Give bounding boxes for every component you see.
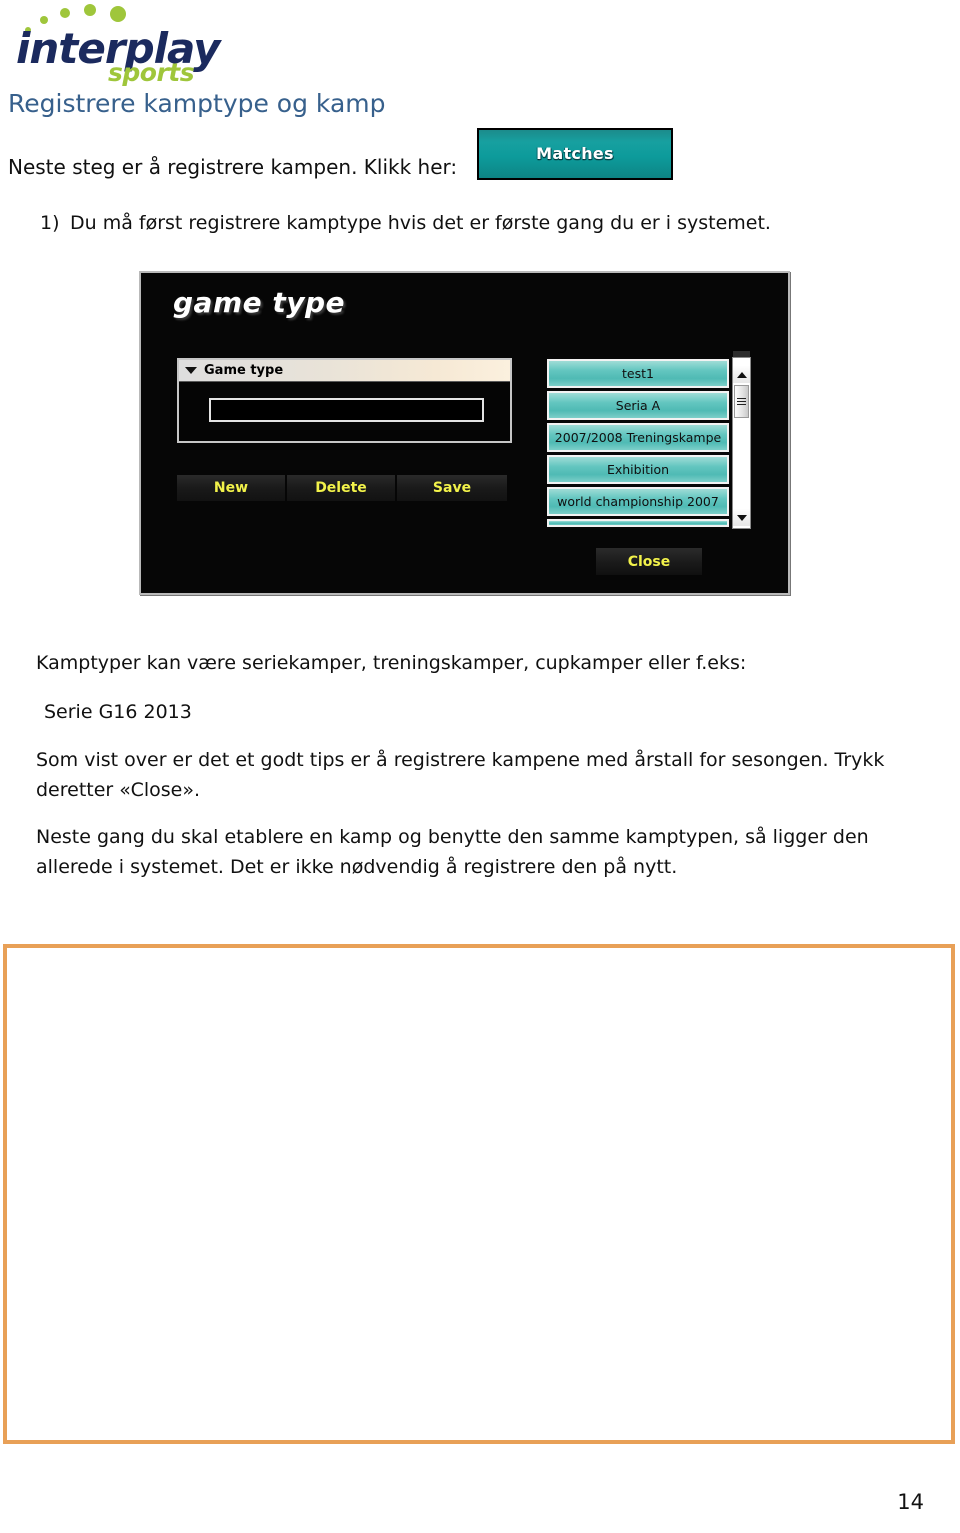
close-button[interactable]: Close bbox=[596, 548, 702, 575]
list-item[interactable]: Exhibition bbox=[547, 455, 729, 484]
scroll-up-arrow-icon[interactable] bbox=[733, 366, 750, 383]
logo-dot-5 bbox=[110, 6, 126, 22]
step-text: Du må først registrere kamptype hvis det… bbox=[70, 212, 771, 234]
save-button[interactable]: Save bbox=[397, 475, 507, 501]
game-type-list[interactable]: test1 Seria A 2007/2008 Treningskampe Ex… bbox=[547, 357, 729, 529]
game-type-input[interactable] bbox=[209, 398, 484, 422]
paragraph-neste-gang: Neste gang du skal etablere en kamp og b… bbox=[36, 826, 869, 878]
new-button[interactable]: New bbox=[177, 475, 287, 501]
chevron-down-icon[interactable] bbox=[185, 367, 197, 374]
intro-text: Neste steg er å registrere kampen. Klikk… bbox=[8, 155, 458, 179]
callout-box bbox=[3, 944, 955, 1444]
game-type-action-buttons: New Delete Save bbox=[177, 475, 507, 501]
game-type-list-panel: test1 Seria A 2007/2008 Treningskampe Ex… bbox=[547, 351, 752, 529]
list-item[interactable]: test1 bbox=[547, 359, 729, 388]
page-number: 14 bbox=[897, 1490, 924, 1514]
step-number: 1) bbox=[40, 212, 60, 234]
page-title: Registrere kamptype og kamp bbox=[8, 89, 386, 118]
list-item[interactable]: world championship 2007 bbox=[547, 487, 729, 516]
interplay-sports-logo: interplay sports bbox=[10, 4, 230, 87]
list-scrollbar[interactable] bbox=[732, 351, 751, 529]
matches-button[interactable]: Matches bbox=[477, 128, 673, 180]
game-type-dialog-title: game type bbox=[173, 286, 346, 319]
scrollbar-thumb[interactable] bbox=[734, 385, 749, 418]
game-type-group-label: Game type bbox=[204, 363, 284, 378]
delete-button[interactable]: Delete bbox=[287, 475, 397, 501]
logo-dot-3 bbox=[60, 8, 70, 18]
paragraph-serie-example: Serie G16 2013 bbox=[44, 701, 192, 723]
paragraph-kamptyper: Kamptyper kan være seriekamper, trenings… bbox=[36, 652, 747, 674]
logo-tagline: sports bbox=[108, 58, 195, 87]
logo-dot-2 bbox=[40, 16, 48, 24]
step-item-1: 1) Du må først registrere kamptype hvis d… bbox=[40, 212, 771, 234]
game-type-dialog-screenshot: game type Game type New Delete Save test… bbox=[139, 271, 790, 595]
list-item-partial[interactable] bbox=[547, 519, 729, 527]
paragraph-som-vist: Som vist over er det et godt tips er å r… bbox=[36, 749, 885, 801]
game-type-group-header[interactable]: Game type bbox=[179, 360, 510, 382]
matches-button-label: Matches bbox=[536, 144, 614, 163]
list-item[interactable]: Seria A bbox=[547, 391, 729, 420]
list-item[interactable]: 2007/2008 Treningskampe bbox=[547, 423, 729, 452]
scrollbar-cap bbox=[733, 351, 750, 357]
game-type-group-box: Game type bbox=[177, 358, 512, 443]
scroll-down-arrow-icon[interactable] bbox=[733, 509, 750, 526]
logo-dot-4 bbox=[84, 4, 96, 16]
